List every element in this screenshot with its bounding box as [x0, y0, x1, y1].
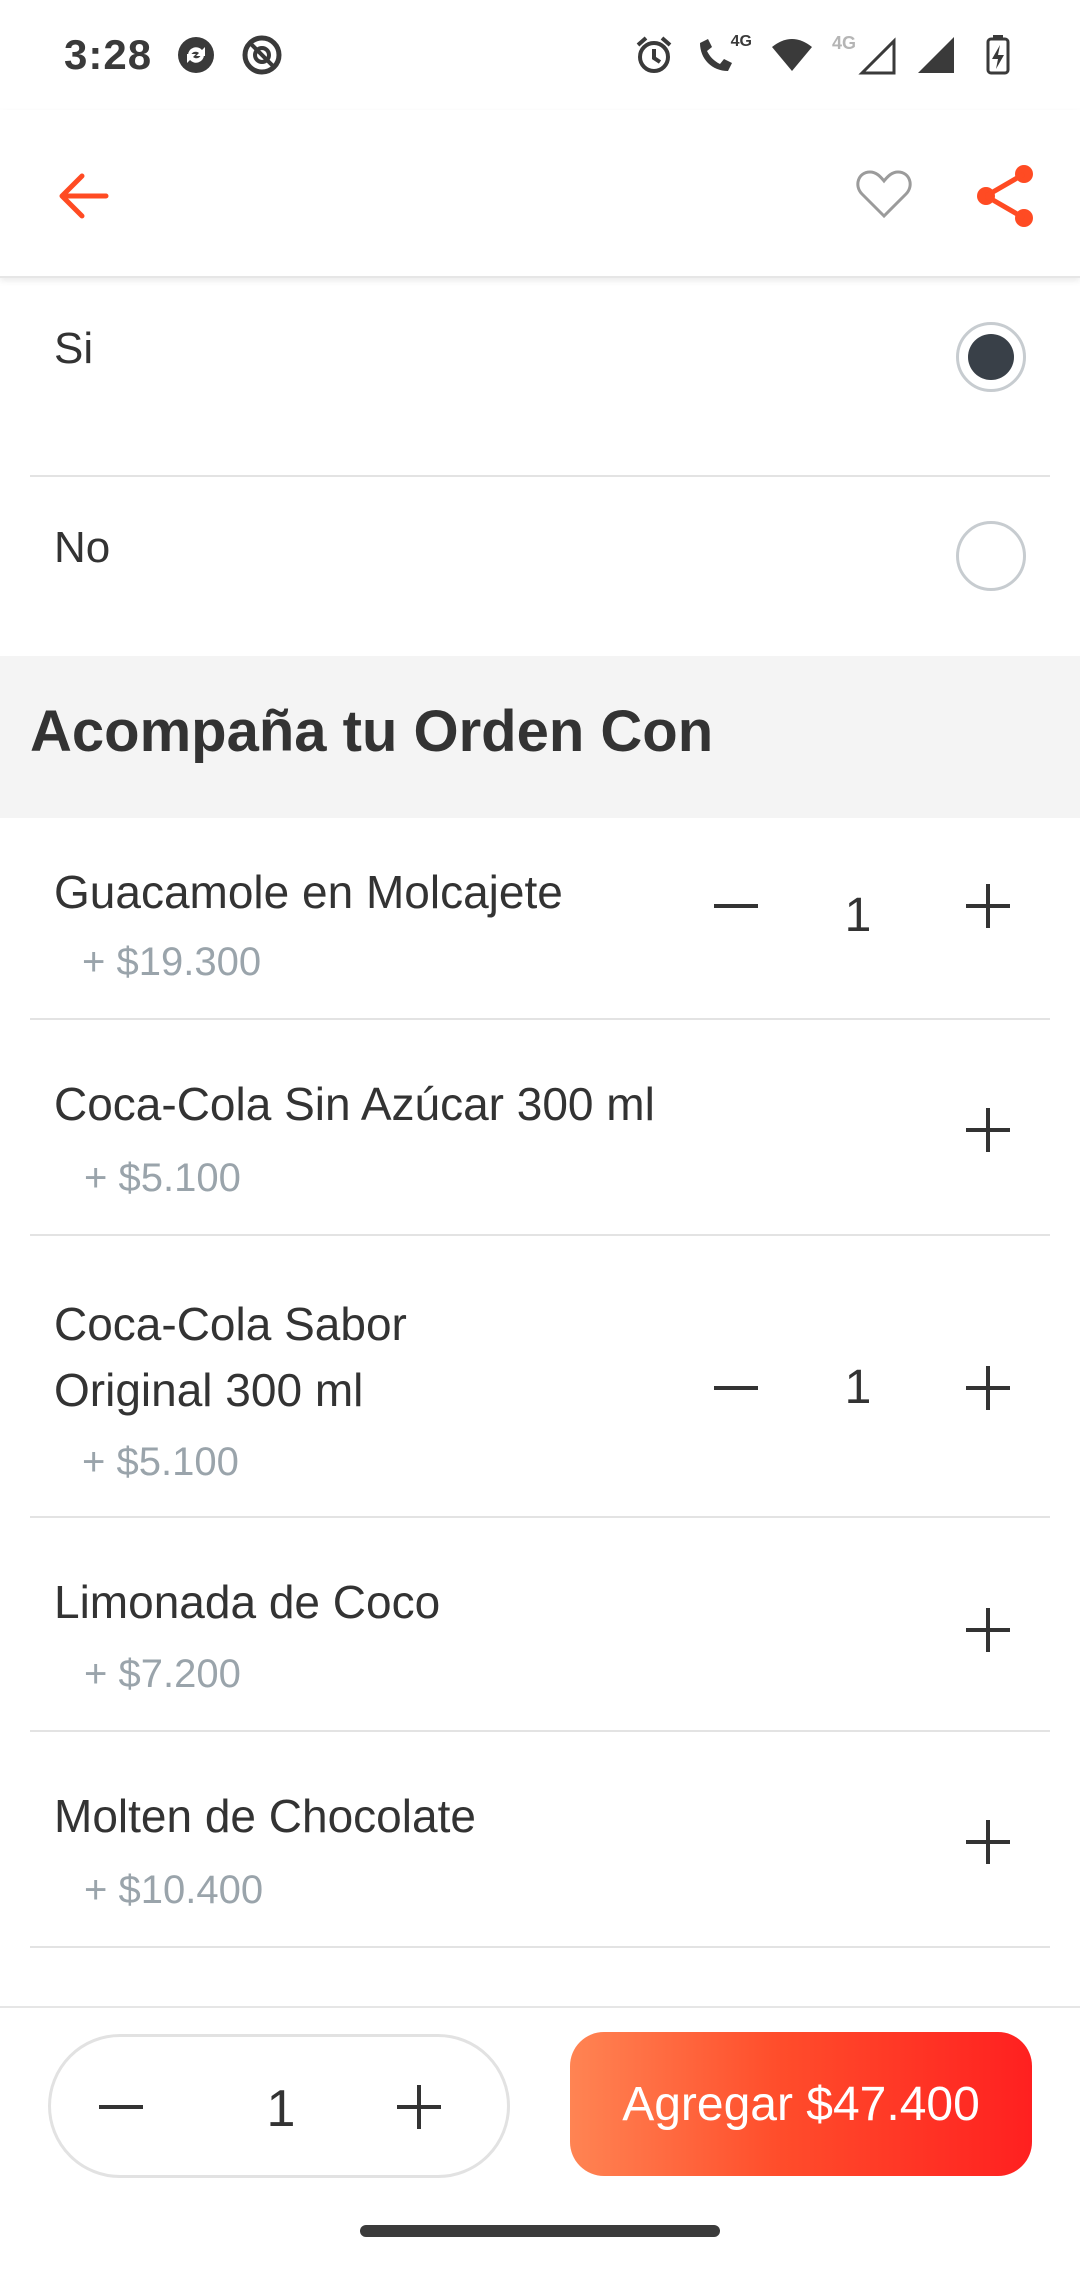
home-indicator[interactable] [360, 2225, 720, 2237]
section-header: Acompaña tu Orden Con [0, 656, 1080, 818]
network-4g-badge: 4G [832, 33, 857, 53]
item-name: Coca-Cola Sin Azúcar 300 ml [54, 1078, 655, 1130]
signal-icon [914, 33, 958, 77]
plus-icon[interactable] [958, 1600, 1018, 1660]
option-label: Si [54, 324, 94, 373]
item-name: Guacamole en Molcajete [54, 866, 563, 918]
status-time: 3:28 [64, 31, 153, 78]
item-name-line2: Original 300 ml [54, 1364, 364, 1416]
plus-icon[interactable] [958, 876, 1018, 936]
plus-icon[interactable] [958, 1812, 1018, 1872]
signal-4g-icon: 4G [832, 33, 896, 77]
plus-icon[interactable] [389, 2077, 449, 2137]
plus-icon[interactable] [958, 1358, 1018, 1418]
section-title: Acompaña tu Orden Con [30, 699, 714, 764]
add-to-cart-button[interactable]: Agregar $47.400 [570, 2032, 1032, 2176]
minus-icon[interactable] [706, 876, 766, 936]
heart-icon[interactable] [852, 162, 916, 226]
list-item: Coca-Cola Sin Azúcar 300 ml + $5.100 [30, 1020, 1050, 1236]
arrow-left-icon[interactable] [52, 164, 116, 228]
sync-icon [174, 33, 218, 77]
item-price: + $19.300 [82, 940, 262, 984]
item-price: + $5.100 [82, 1440, 239, 1484]
order-quantity: 1 [266, 2080, 296, 2138]
item-name: Limonada de Coco [54, 1576, 441, 1628]
item-name: Molten de Chocolate [54, 1790, 476, 1842]
minus-icon[interactable] [706, 1358, 766, 1418]
item-price: + $5.100 [84, 1156, 241, 1200]
list-item: Limonada de Coco + $7.200 [30, 1518, 1050, 1732]
list-item: Molten de Chocolate + $10.400 [30, 1732, 1050, 1948]
option-no[interactable]: No [30, 477, 1050, 676]
item-quantity: 1 [844, 889, 872, 942]
list-item: Coca-Cola Sabor Original 300 ml + $5.100… [30, 1236, 1050, 1518]
battery-charging-icon [976, 33, 1020, 77]
share-icon[interactable] [972, 162, 1040, 230]
app-bar [0, 110, 1080, 278]
item-quantity: 1 [844, 1361, 872, 1414]
option-si[interactable]: Si [30, 278, 1050, 477]
item-name-line1: Coca-Cola Sabor [54, 1298, 407, 1350]
list-item: Guacamole en Molcajete + $19.300 1 [30, 818, 1050, 1020]
quantity-stepper: 1 [48, 2034, 510, 2178]
product-options-screen: 3:28 4G 4G Si No Acompaña tu Orden Con G… [0, 0, 1080, 2270]
call-4g-badge: 4G [730, 33, 752, 50]
item-price: + $7.200 [84, 1652, 241, 1696]
plus-icon[interactable] [958, 1100, 1018, 1160]
minus-icon[interactable] [91, 2077, 151, 2137]
radio-button-selected[interactable] [956, 322, 1026, 392]
alarm-icon [632, 33, 676, 77]
radio-button[interactable] [956, 521, 1026, 591]
wifi-icon [770, 33, 814, 77]
no-disturb-icon [240, 33, 284, 77]
option-label: No [54, 523, 111, 572]
status-bar: 3:28 4G 4G [0, 0, 1080, 110]
item-price: + $10.400 [84, 1868, 264, 1912]
volte-call-icon: 4G [694, 33, 752, 77]
